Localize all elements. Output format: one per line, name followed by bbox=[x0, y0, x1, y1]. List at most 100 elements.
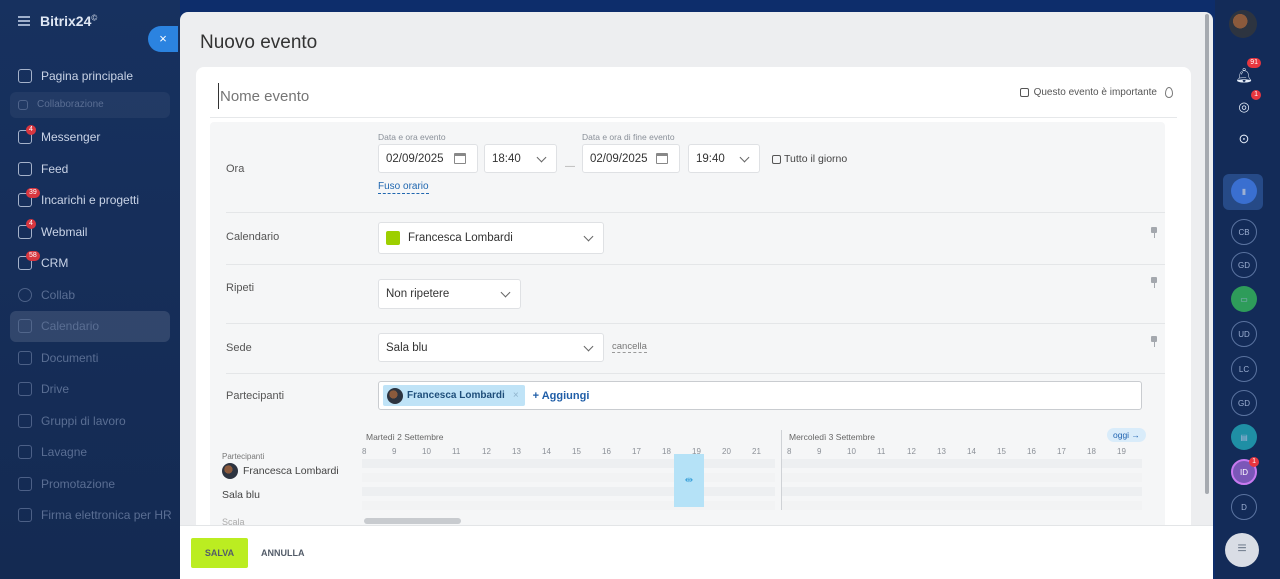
end-time-select[interactable]: 19:40 bbox=[688, 144, 760, 173]
sidebar-section-collaboration[interactable]: Collaborazione bbox=[10, 91, 170, 118]
planner-hour-label: 12 bbox=[907, 447, 916, 456]
pin-icon[interactable] bbox=[1151, 277, 1157, 288]
rail-avatar-6[interactable]: ID 1 bbox=[1231, 457, 1259, 485]
start-date-label: Data e ora evento bbox=[378, 132, 446, 142]
rail-contact-card-icon[interactable]: ▭ bbox=[1231, 286, 1257, 312]
sidebar-item-esign[interactable]: Firma elettronica per HR bbox=[0, 500, 180, 532]
end-date-field[interactable]: 02/09/2025 bbox=[582, 144, 680, 173]
user-avatar[interactable] bbox=[1229, 10, 1257, 38]
repeat-select[interactable]: Non ripetere bbox=[378, 279, 521, 309]
availability-planner: Martedì 2 Settembre Mercoledì 3 Settembr… bbox=[210, 422, 1165, 537]
planner-hour-label: 17 bbox=[1057, 447, 1066, 456]
sidebar-item-tasks[interactable]: 39 Incarichi e progetti bbox=[0, 185, 180, 217]
location-select[interactable]: Sala blu bbox=[378, 333, 604, 362]
sidebar-nav: Pagina principale Collaborazione 4 Messen… bbox=[0, 60, 180, 531]
planner-hour-label: 14 bbox=[967, 447, 976, 456]
pin-icon[interactable] bbox=[1151, 336, 1157, 347]
search-icon[interactable]: ⊙ bbox=[1231, 126, 1257, 152]
target-badge: 1 bbox=[1251, 90, 1261, 100]
calendar-select[interactable]: Francesca Lombardi bbox=[378, 222, 604, 254]
planner-track bbox=[782, 473, 1142, 482]
start-date-field[interactable]: 02/09/2025 bbox=[378, 144, 478, 173]
rail-avatar-3[interactable]: UD bbox=[1231, 321, 1257, 347]
rail-avatar-1[interactable]: CB bbox=[1231, 219, 1257, 245]
planner-hour-label: 12 bbox=[482, 447, 491, 456]
save-button[interactable]: SALVA bbox=[191, 537, 248, 568]
sidebar-item-messenger[interactable]: 4 Messenger bbox=[0, 122, 180, 154]
chevron-down-icon bbox=[583, 341, 594, 352]
chevron-down-icon bbox=[583, 231, 594, 242]
close-slider-button[interactable]: × bbox=[148, 26, 178, 52]
event-form: Ora Data e ora evento Data e ora di fine… bbox=[210, 122, 1165, 537]
planner-participant: Francesca Lombardi bbox=[222, 463, 339, 479]
planner-hour-label: 13 bbox=[512, 447, 521, 456]
row-divider bbox=[226, 373, 1165, 374]
bookmark-icon[interactable]: ▮ bbox=[1231, 178, 1257, 204]
slider-footer: SALVA ANNULLA bbox=[180, 525, 1213, 579]
selected-time-block[interactable]: ⇹ bbox=[674, 454, 704, 507]
notification-badge: 91 bbox=[1247, 58, 1261, 68]
planner-hour-label: 8 bbox=[787, 447, 792, 456]
attendees-field[interactable]: Francesca Lombardi × + Aggiungi bbox=[378, 381, 1142, 410]
planner-hour-label: 14 bbox=[542, 447, 551, 456]
location-row-label: Sede bbox=[226, 342, 252, 354]
planner-track bbox=[362, 459, 775, 468]
sidebar-item-calendar[interactable]: Calendario bbox=[10, 310, 170, 342]
start-time-select[interactable]: 18:40 bbox=[484, 144, 557, 173]
rail-avatar-2[interactable]: GD bbox=[1231, 252, 1257, 278]
tasks-badge: 39 bbox=[26, 187, 40, 198]
today-button[interactable]: oggi → bbox=[1107, 428, 1146, 442]
rail-avatar-7[interactable]: D bbox=[1231, 494, 1257, 520]
location-cancel-link[interactable]: cancella bbox=[612, 341, 647, 353]
divider bbox=[210, 117, 1177, 118]
app-logo[interactable]: Bitrix24© bbox=[40, 13, 97, 29]
event-name-input[interactable] bbox=[218, 83, 918, 109]
rail-avatar-4[interactable]: LC bbox=[1231, 356, 1257, 382]
drive-icon bbox=[18, 382, 32, 397]
drag-handle-icon[interactable]: ⇹ bbox=[685, 475, 693, 486]
sidebar-item-webmail[interactable]: 4 Webmail bbox=[0, 216, 180, 248]
planner-hour-label: 8 bbox=[362, 447, 367, 456]
all-day-toggle[interactable]: Tutto il giorno bbox=[772, 153, 847, 165]
planner-scrollbar[interactable] bbox=[364, 518, 461, 524]
sidebar-item-collab[interactable]: Collab bbox=[0, 279, 180, 311]
chevron-down-icon bbox=[739, 152, 750, 163]
sidebar-item-home[interactable]: Pagina principale bbox=[0, 60, 180, 92]
sidebar-item-promotion[interactable]: Promotazione bbox=[0, 468, 180, 500]
sidebar-item-crm[interactable]: 58 CRM bbox=[0, 248, 180, 280]
all-day-checkbox[interactable] bbox=[772, 154, 781, 164]
planner-hour-label: 16 bbox=[602, 447, 611, 456]
sidebar-item-feed[interactable]: Feed bbox=[0, 153, 180, 185]
planner-track bbox=[782, 459, 1142, 468]
avatar bbox=[222, 463, 238, 479]
sidebar-item-drive[interactable]: Drive bbox=[0, 374, 180, 406]
vertical-scrollbar[interactable] bbox=[1205, 14, 1209, 494]
planner-hour-label: 21 bbox=[752, 447, 761, 456]
planner-hour-label: 20 bbox=[722, 447, 731, 456]
rail-avatar-5[interactable]: GD bbox=[1231, 390, 1257, 416]
important-toggle[interactable]: Questo evento è importante bbox=[1019, 87, 1173, 98]
sidebar-item-documents[interactable]: Documenti bbox=[0, 342, 180, 374]
pin-icon[interactable] bbox=[1151, 227, 1157, 238]
sidebar-item-workgroups[interactable]: Gruppi di lavoro bbox=[0, 405, 180, 437]
planner-hour-label: 18 bbox=[1087, 447, 1096, 456]
bell-icon[interactable]: 🔔︎ 91 bbox=[1231, 58, 1261, 88]
target-icon[interactable]: ◎ 1 bbox=[1231, 90, 1261, 120]
timezone-link[interactable]: Fuso orario bbox=[378, 181, 429, 194]
board-icon bbox=[18, 445, 32, 460]
planner-track bbox=[782, 501, 1142, 510]
repeat-row-label: Ripeti bbox=[226, 282, 255, 294]
attendee-chip[interactable]: Francesca Lombardi × bbox=[383, 385, 525, 406]
planner-participants-label: Partecipanti bbox=[222, 452, 265, 461]
remove-attendee-icon[interactable]: × bbox=[513, 390, 519, 401]
cancel-button[interactable]: ANNULLA bbox=[261, 548, 305, 558]
sidebar-item-boards[interactable]: Lavagne bbox=[0, 437, 180, 469]
planner-hour-label: 15 bbox=[572, 447, 581, 456]
crm-badge: 58 bbox=[26, 250, 40, 261]
menu-icon[interactable] bbox=[18, 16, 30, 26]
rail-chat-group-icon[interactable]: ▤ bbox=[1231, 424, 1257, 450]
important-checkbox[interactable] bbox=[1019, 88, 1029, 97]
chat-menu-icon[interactable]: ≡ bbox=[1225, 533, 1259, 567]
add-attendee-link[interactable]: + Aggiungi bbox=[533, 390, 590, 402]
planner-hour-label: 13 bbox=[937, 447, 946, 456]
